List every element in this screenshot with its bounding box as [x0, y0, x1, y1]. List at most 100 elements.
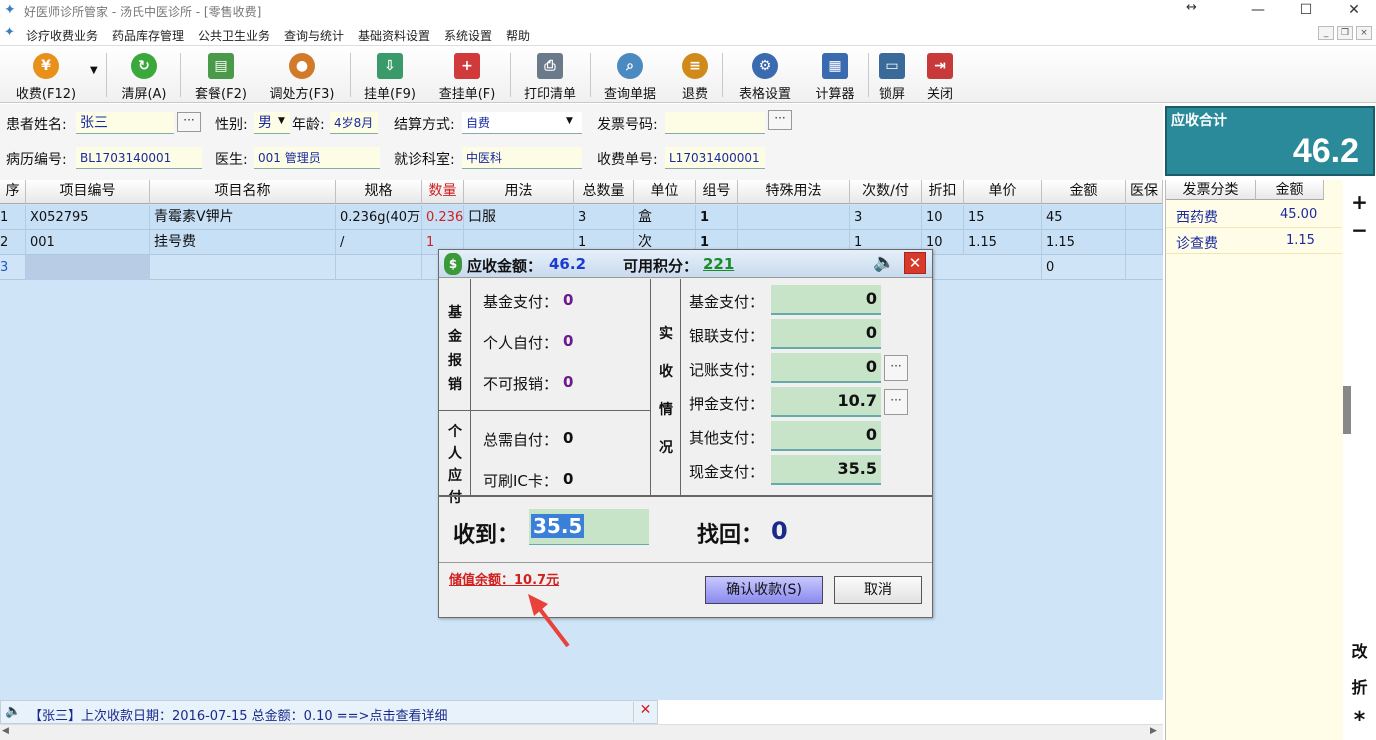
cell-qty[interactable]: 0.236	[422, 205, 464, 230]
scroll-right-icon[interactable]: ▶	[1150, 726, 1157, 736]
cash-payment-field[interactable]: 35.5	[771, 455, 881, 485]
close-status-icon[interactable]: ✕	[633, 702, 657, 722]
cell-price[interactable]: 1.15	[964, 230, 1042, 255]
account-payment-field[interactable]: 0	[771, 353, 881, 383]
invoice-picker-button[interactable]: ···	[768, 110, 792, 130]
collapse-handle[interactable]	[1343, 386, 1351, 434]
mdi-restore-icon[interactable]: ❐	[1337, 26, 1353, 40]
menu-item-settings[interactable]: 系统设置	[444, 27, 492, 44]
clear-screen-button[interactable]: ↻ 清屏(A)	[114, 51, 174, 102]
column-header[interactable]: 总数量	[574, 180, 634, 204]
cell-name[interactable]	[150, 255, 336, 280]
charge-button[interactable]: ¥ 收费(F12)	[6, 51, 86, 102]
last-payment-text[interactable]: 【张三】上次收款日期：2016-07-15 总金额：0.10 ==>点击查看详细	[29, 705, 447, 724]
remove-row-icon[interactable]: −	[1343, 218, 1376, 242]
received-field[interactable]: 35.5	[529, 509, 649, 545]
deposit-payment-field[interactable]: 10.7	[771, 387, 881, 417]
modify-button[interactable]: 改	[1343, 638, 1376, 662]
horizontal-scrollbar[interactable]: ◀ ▶	[0, 724, 1163, 740]
column-header[interactable]: 单价	[964, 180, 1042, 204]
query-receipts-button[interactable]: ⌕ 查询单据	[596, 51, 664, 102]
cell-price[interactable]	[964, 255, 1042, 280]
account-picker-button[interactable]: ···	[884, 355, 908, 381]
table-row[interactable]: 1 X052795 青霉素V钾片 0.236g(40万 0.236 口服 3 盒…	[0, 205, 1163, 230]
received-value[interactable]: 35.5	[531, 514, 585, 538]
maximize-icon[interactable]: ☐	[1286, 0, 1326, 22]
cell-unit[interactable]: 盒	[634, 205, 696, 230]
column-header[interactable]: 组号	[696, 180, 738, 204]
doctor-field[interactable]: 001 管理员	[254, 147, 380, 169]
close-button[interactable]: ⇥ 关闭	[920, 51, 960, 102]
column-header[interactable]: 医保	[1126, 180, 1163, 204]
lock-screen-button[interactable]: ▭ 锁屏	[872, 51, 912, 102]
resize-arrows-icon[interactable]: ↔	[1186, 0, 1197, 15]
menu-item-help[interactable]: 帮助	[506, 27, 530, 44]
column-header[interactable]: 单位	[634, 180, 696, 204]
close-icon[interactable]: ✕	[904, 252, 926, 274]
patient-search-button[interactable]: ···	[177, 112, 201, 132]
find-hold-button[interactable]: + 查挂单(F)	[430, 51, 504, 102]
menu-item-stock[interactable]: 药品库存管理	[112, 27, 184, 44]
column-header[interactable]: 项目名称	[150, 180, 336, 204]
add-row-icon[interactable]: +	[1343, 190, 1376, 214]
dept-field[interactable]: 中医科	[462, 147, 582, 169]
deposit-picker-button[interactable]: ···	[884, 389, 908, 415]
record-field[interactable]: BL1703140001	[76, 147, 202, 169]
menu-item-public-health[interactable]: 公共卫生业务	[198, 27, 270, 44]
cancel-button[interactable]: 取消	[834, 576, 922, 604]
menu-item-base-data[interactable]: 基础资料设置	[358, 27, 430, 44]
asterisk-button[interactable]: *	[1343, 708, 1376, 733]
cell-total-qty[interactable]: 3	[574, 205, 634, 230]
confirm-payment-button[interactable]: 确认收款(S)	[705, 576, 823, 604]
mdi-minimize-icon[interactable]: _	[1318, 26, 1334, 40]
column-header[interactable]: 序	[0, 180, 26, 204]
cell-spec[interactable]	[336, 255, 422, 280]
menu-item-query[interactable]: 查询与统计	[284, 27, 344, 44]
cell-price[interactable]: 15	[964, 205, 1042, 230]
fund-payment-field[interactable]: 0	[771, 285, 881, 315]
column-header[interactable]: 发票分类	[1166, 180, 1256, 200]
close-window-icon[interactable]: ✕	[1334, 0, 1374, 22]
charge-dropdown-icon[interactable]: ▼	[90, 65, 98, 76]
age-field[interactable]: 4岁8月	[330, 112, 378, 134]
balance-link[interactable]: 储值余额：10.7元	[449, 569, 559, 588]
cell-spec[interactable]: /	[336, 230, 422, 255]
chevron-down-icon[interactable]: ▼	[566, 116, 573, 126]
hold-order-button[interactable]: ⇩ 挂单(F9)	[356, 51, 424, 102]
status-bar[interactable]: 🔈 【张三】上次收款日期：2016-07-15 总金额：0.10 ==>点击查看…	[0, 700, 658, 724]
cell-usage[interactable]: 口服	[464, 205, 574, 230]
cell-discount[interactable]: 10	[922, 205, 964, 230]
package-button[interactable]: ▤ 套餐(F2)	[188, 51, 254, 102]
column-header[interactable]: 次数/付	[850, 180, 922, 204]
print-list-button[interactable]: ⎙ 打印清单	[516, 51, 584, 102]
column-header[interactable]: 项目编号	[26, 180, 150, 204]
scroll-left-icon[interactable]: ◀	[2, 726, 9, 736]
cell-code[interactable]	[26, 255, 150, 280]
invoice-field[interactable]	[665, 112, 765, 134]
cell-group[interactable]: 1	[696, 205, 738, 230]
chevron-down-icon[interactable]: ▼	[278, 116, 285, 126]
calculator-button[interactable]: ▦ 计算器	[808, 51, 862, 102]
column-header[interactable]: 特殊用法	[738, 180, 850, 204]
settle-select[interactable]: 自费	[462, 112, 582, 134]
other-payment-field[interactable]: 0	[771, 421, 881, 451]
unionpay-payment-field[interactable]: 0	[771, 319, 881, 349]
mdi-close-icon[interactable]: ×	[1356, 26, 1372, 40]
column-header[interactable]: 规格	[336, 180, 422, 204]
column-header[interactable]: 用法	[464, 180, 574, 204]
table-settings-button[interactable]: ⚙ 表格设置	[730, 51, 800, 102]
load-prescription-button[interactable]: ● 调处方(F3)	[262, 51, 342, 102]
points-value[interactable]: 221	[703, 255, 734, 273]
cell-name[interactable]: 挂号费	[150, 230, 336, 255]
column-header[interactable]: 金额	[1256, 180, 1324, 200]
column-header[interactable]: 金额	[1042, 180, 1126, 204]
cell-spec[interactable]: 0.236g(40万	[336, 205, 422, 230]
patient-name-field[interactable]: 张三	[76, 112, 174, 134]
discount-button[interactable]: 折	[1343, 674, 1376, 698]
cell-special[interactable]	[738, 205, 850, 230]
column-header[interactable]: 数量	[422, 180, 464, 204]
cell-code[interactable]: 001	[26, 230, 150, 255]
menu-item-clinic[interactable]: 诊疗收费业务	[26, 27, 98, 44]
cell-name[interactable]: 青霉素V钾片	[150, 205, 336, 230]
cell-times[interactable]: 3	[850, 205, 922, 230]
